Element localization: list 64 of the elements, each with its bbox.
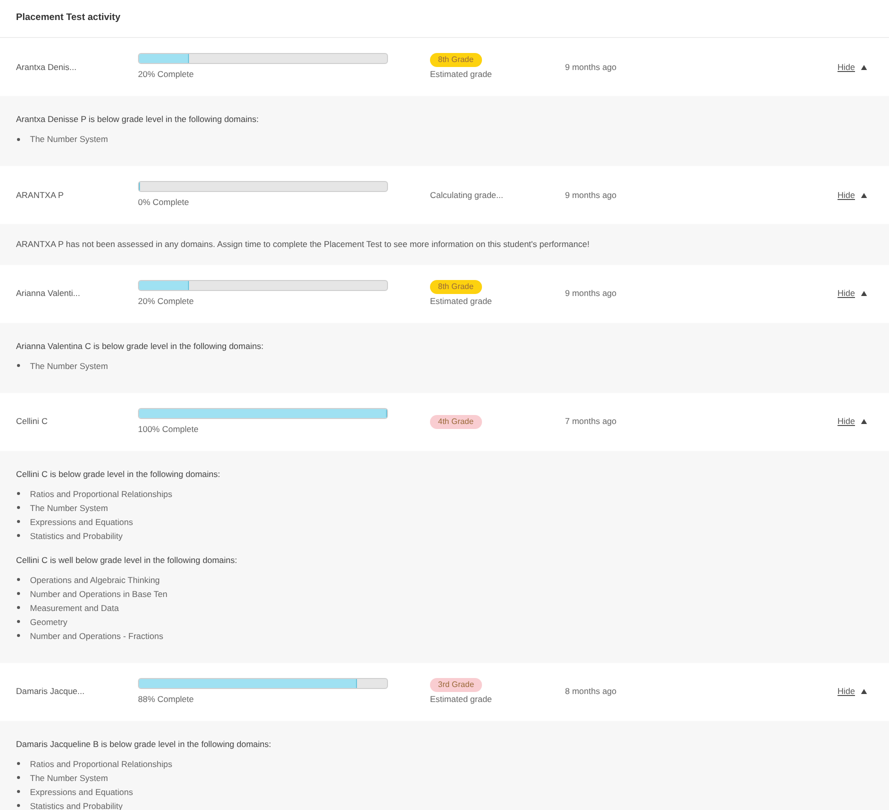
domain-item: The Number System <box>30 133 108 146</box>
student-name: Damaris Jacque... <box>16 685 86 698</box>
bullet-icon <box>17 578 20 582</box>
detail-message: ARANTXA P has not been assessed in any domains. Assign time to complete the Placement Test to see more information on this student's performance! <box>16 238 590 251</box>
bullet-icon <box>17 620 20 624</box>
domain-heading: Damaris Jacqueline B is below grade level in the following domains: <box>16 738 272 751</box>
student-name: Arantxa Denis... <box>16 60 78 74</box>
section-title: Placement Test activity <box>16 11 120 26</box>
domain-item: Ratios and Proportional Relationships <box>30 488 172 501</box>
domain-heading: Cellini C is below grade level in the following domains: <box>16 468 222 481</box>
domain-item: Geometry <box>30 616 68 629</box>
grade-badge: 4th Grade <box>430 414 482 429</box>
bullet-icon <box>17 762 20 766</box>
hide-link[interactable]: Hide <box>838 685 855 698</box>
domain-item: Number and Operations in Base Ten <box>30 588 168 601</box>
hide-link[interactable]: Hide <box>838 287 855 300</box>
bullet-icon <box>17 506 20 510</box>
grade-status: Calculating grade... <box>430 188 504 202</box>
domain-item: The Number System <box>30 772 108 785</box>
domain-item: Operations and Algebraic Thinking <box>30 574 160 587</box>
student-name: Cellini C <box>16 415 49 428</box>
domain-item: Measurement and Data <box>30 602 119 615</box>
time-ago: 7 months ago <box>565 415 617 428</box>
hide-link[interactable]: Hide <box>838 60 855 74</box>
domain-heading: Cellini C is well below grade level in the following domains: <box>16 554 238 567</box>
grade-badge: 8th Grade <box>430 53 482 68</box>
domain-item: Ratios and Proportional Relationships <box>30 758 172 771</box>
student-name: ARANTXA P <box>16 188 65 202</box>
bullet-icon <box>17 592 20 596</box>
domain-item: Expressions and Equations <box>30 516 134 529</box>
bullet-icon <box>17 138 20 140</box>
bullet-icon <box>17 520 20 524</box>
bullet-icon <box>17 804 20 808</box>
domain-item: The Number System <box>30 502 108 515</box>
hide-link[interactable]: Hide <box>838 415 855 428</box>
domain-heading: Arianna Valentina C is below grade level in the following domains: <box>16 340 264 353</box>
bullet-icon <box>17 364 20 368</box>
domain-item: Expressions and Equations <box>30 786 134 799</box>
progress-label: 100% Complete <box>138 422 200 436</box>
time-ago: 8 months ago <box>565 685 617 698</box>
domain-item: The Number System <box>30 360 108 373</box>
hide-link[interactable]: Hide <box>838 188 855 202</box>
time-ago: 9 months ago <box>565 188 617 202</box>
grade-badge: 8th Grade <box>430 280 482 294</box>
bullet-icon <box>17 606 20 610</box>
progress-label: 88% Complete <box>138 692 195 706</box>
student-name: Arianna Valenti... <box>16 287 82 300</box>
domain-item: Number and Operations - Fractions <box>30 630 164 643</box>
bullet-icon <box>17 776 20 780</box>
grade-note: Estimated grade <box>430 68 492 81</box>
bullet-icon <box>17 790 20 794</box>
domain-heading: Arantxa Denisse P is below grade level in the following domains: <box>16 113 260 126</box>
domain-item: Statistics and Probability <box>30 530 123 543</box>
progress-label: 20% Complete <box>138 68 195 81</box>
bullet-icon <box>17 634 20 638</box>
grade-note: Estimated grade <box>430 692 492 706</box>
grade-note: Estimated grade <box>430 294 492 308</box>
time-ago: 9 months ago <box>565 287 617 300</box>
bullet-icon <box>17 492 20 496</box>
grade-badge: 3rd Grade <box>430 678 482 692</box>
bullet-icon <box>17 534 20 538</box>
time-ago: 9 months ago <box>565 60 617 74</box>
progress-label: 20% Complete <box>138 294 195 308</box>
progress-label: 0% Complete <box>138 196 190 209</box>
